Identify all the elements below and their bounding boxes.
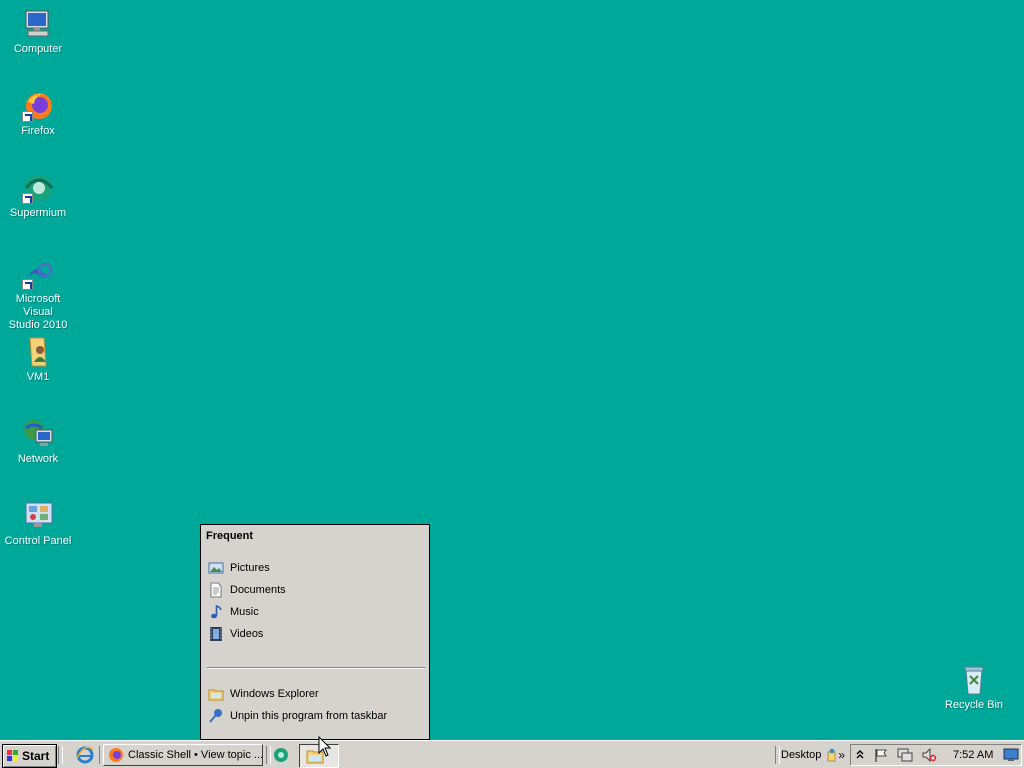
desktop-toolbar-icon[interactable] <box>827 748 837 762</box>
desktop-icon-label: Firefox <box>21 125 55 137</box>
desktop-icon-vm1[interactable]: VM1 <box>0 336 76 384</box>
internet-explorer-icon[interactable] <box>76 746 94 764</box>
desktop-icon-network[interactable]: Network <box>0 418 76 466</box>
shortcut-arrow-icon <box>22 111 33 122</box>
firefox-icon <box>108 747 124 763</box>
show-desktop-icon[interactable] <box>1003 748 1019 762</box>
volume-muted-icon[interactable] <box>921 747 937 763</box>
task-button-firefox[interactable]: Classic Shell • View topic ... <box>103 744 263 766</box>
jump-list-item-label: Videos <box>230 628 264 640</box>
desktop-icon-control-panel[interactable]: Control Panel <box>0 500 76 548</box>
visual-studio-icon <box>22 258 54 290</box>
mouse-cursor-icon <box>318 735 332 758</box>
taskbar-jump-list: Frequent Pictures Documents Music Videos… <box>200 524 430 740</box>
desktop-icon-label: Network <box>17 453 59 465</box>
desktop-icon-firefox[interactable]: Firefox <box>0 90 76 138</box>
toolbar-chevron[interactable]: » <box>838 748 845 762</box>
action-center-flag-icon[interactable] <box>873 747 889 763</box>
shortcut-arrow-icon <box>22 279 33 290</box>
jump-list-item-unpin[interactable]: Unpin this program from taskbar <box>208 707 422 725</box>
network-icon <box>22 418 54 450</box>
network-tray-icon[interactable] <box>897 747 913 763</box>
jump-list-item-windows-explorer[interactable]: Windows Explorer <box>208 685 422 703</box>
show-hidden-icons-icon[interactable] <box>855 747 865 763</box>
toolbar-handle[interactable] <box>775 746 780 764</box>
control-panel-icon <box>22 500 54 532</box>
videos-icon <box>208 626 224 642</box>
recycle-bin-icon <box>958 664 990 696</box>
shortcut-arrow-icon <box>22 193 33 204</box>
desktop-icon-computer[interactable]: Computer <box>0 8 76 56</box>
firefox-icon <box>22 90 54 122</box>
desktop-icon-label: Recycle Bin <box>944 699 1004 711</box>
desktop-icon-label: Microsoft Visual Studio 2010 <box>8 293 68 331</box>
computer-icon <box>22 8 54 40</box>
toolbar-handle[interactable] <box>266 746 271 764</box>
jump-list-separator <box>207 667 425 669</box>
windows-explorer-icon <box>208 686 224 702</box>
task-button-label: Classic Shell • View topic ... <box>128 749 263 761</box>
pictures-icon <box>208 560 224 576</box>
jump-list-item-music[interactable]: Music <box>208 603 422 621</box>
toolbar-handle[interactable] <box>58 746 63 764</box>
start-button[interactable]: Start <box>2 744 57 768</box>
jump-list-item-label: Documents <box>230 584 286 596</box>
jump-list-heading: Frequent <box>206 530 254 542</box>
desktop-icon-label: VM1 <box>26 371 50 383</box>
notification-area: 7:52 AM <box>850 744 1022 766</box>
desktop-icon-visual-studio[interactable]: Microsoft Visual Studio 2010 <box>0 258 76 332</box>
supermium-icon[interactable] <box>272 746 290 764</box>
jump-list-item-label: Pictures <box>230 562 270 574</box>
jump-list-item-documents[interactable]: Documents <box>208 581 422 599</box>
jump-list-item-label: Windows Explorer <box>230 688 319 700</box>
tray-clock[interactable]: 7:52 AM <box>953 749 993 761</box>
jump-list-item-label: Unpin this program from taskbar <box>230 710 388 722</box>
jump-list-item-videos[interactable]: Videos <box>208 625 422 643</box>
folder-user-icon <box>22 336 54 368</box>
desktop-icon-label: Supermium <box>9 207 67 219</box>
music-icon <box>208 604 224 620</box>
desktop-toolbar-label[interactable]: Desktop <box>781 749 821 761</box>
start-button-label: Start <box>22 749 50 763</box>
unpin-icon <box>208 708 224 724</box>
supermium-icon <box>22 172 54 204</box>
jump-list-item-label: Music <box>230 606 259 618</box>
desktop-icon-label: Control Panel <box>4 535 72 547</box>
desktop-icon-supermium[interactable]: Supermium <box>0 172 76 220</box>
taskbar: Start Classic Shell • View topic ... Des… <box>0 740 1024 768</box>
windows-logo-icon <box>6 749 20 763</box>
desktop-icon-recycle-bin[interactable]: Recycle Bin <box>936 664 1012 712</box>
documents-icon <box>208 582 224 598</box>
jump-list-item-pictures[interactable]: Pictures <box>208 559 422 577</box>
desktop-icon-label: Computer <box>13 43 63 55</box>
